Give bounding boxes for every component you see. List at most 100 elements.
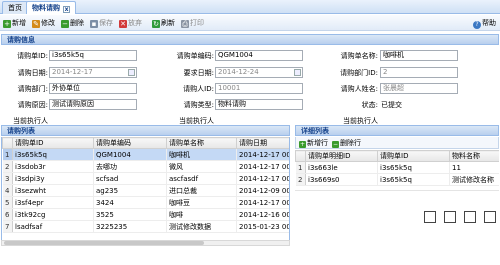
edit-button-label: 修改 (41, 19, 55, 27)
square-3[interactable] (464, 211, 476, 223)
table-row[interactable]: 5 i3sf4epr 3424 咖啡豆 2014-12-17 00:00 (2, 196, 289, 209)
column-header[interactable]: 请购单明细ID (305, 150, 378, 162)
square-4[interactable] (484, 211, 496, 223)
reason-label: 请购原因: (17, 101, 48, 109)
cell: QGM1004 (93, 148, 167, 161)
cell: ascfasdf (166, 172, 237, 185)
cell: 测试修改数据 (166, 220, 237, 233)
horizontal-scrollbar[interactable] (1, 240, 290, 246)
column-header[interactable]: 请购单名称 (166, 137, 237, 149)
column-header[interactable]: 物料名称 (449, 150, 499, 162)
cell: i3s65k5q (12, 148, 94, 161)
dept-label: 请购部门: (17, 85, 48, 93)
column-header[interactable]: 请购单ID (377, 150, 450, 162)
reason-field[interactable]: 测试请购原因 (49, 99, 137, 110)
req-name-field[interactable]: 咖啡机 (380, 50, 458, 61)
executor-label-2: 当前执行人 (179, 117, 214, 125)
cell: ag235 (93, 184, 167, 197)
print-button[interactable]: ⎙ 打印 (181, 17, 204, 29)
cell: 2014-12-17 00:00 (236, 196, 289, 209)
person-name-field[interactable]: 张晨超 (380, 83, 458, 94)
request-list-title: 请购列表 (7, 127, 35, 135)
req-id-label: 请购单ID: (17, 52, 48, 60)
executor-label: 当前执行人 (13, 117, 48, 125)
calendar-icon[interactable] (128, 69, 135, 76)
person-id-field[interactable]: 10001 (215, 83, 303, 94)
add-row-icon: + (299, 141, 306, 148)
cell: 2015-01-23 00:00 (236, 220, 289, 233)
cell: 2014-12-09 00:00 (236, 184, 289, 197)
cell: i3s669s0 (305, 173, 378, 186)
square-2[interactable] (444, 211, 456, 223)
table-row[interactable]: 2 i3sdob3r 去哪功 微风 2014-12-17 00:00 (2, 160, 289, 173)
table-row[interactable]: 7 lsadfsaf 3225235 测试修改数据 2015-01-23 00:… (2, 220, 289, 233)
edit-icon: ✎ (32, 20, 40, 28)
table-row[interactable]: 6 i3tk92cg 3525 咖啡 2014-12-16 00:00 (2, 208, 289, 221)
tab-home[interactable]: 首页 (2, 1, 28, 14)
refresh-button[interactable]: ↻ 刷新 (152, 17, 175, 29)
status-value: 已提交 (381, 101, 402, 109)
row-number: 2 (295, 173, 306, 186)
tab-bar: 首页 物料请购 x (0, 0, 500, 14)
req-code-field[interactable]: QGM1004 (215, 50, 303, 61)
table-row[interactable]: 2 i3s669s0 i3s65k5q 测试修改名称 (295, 173, 499, 186)
table-row[interactable]: 4 i3sezwht ag235 进口总裁 2014-12-09 00:00 (2, 184, 289, 197)
status-label: 状态: (361, 101, 378, 109)
print-button-label: 打印 (190, 19, 204, 27)
row-number: 1 (2, 148, 13, 161)
dept-id-field[interactable]: 2 (380, 67, 458, 78)
delete-row-label: 删除行 (340, 139, 361, 147)
cell: i3s65k5q (377, 161, 450, 174)
cell: 2014-12-17 00:00 (236, 160, 289, 173)
table-row[interactable]: 1 i3s663le i3s65k5q 11 (295, 161, 499, 174)
executor-label-3: 当前执行人 (343, 117, 378, 125)
row-number: 2 (2, 160, 13, 173)
delete-icon: − (61, 20, 69, 28)
row-number: 3 (2, 172, 13, 185)
column-header[interactable]: 请购单编码 (93, 137, 167, 149)
delete-button[interactable]: − 删除 (61, 17, 84, 29)
cell: lsadfsaf (12, 220, 94, 233)
column-header[interactable]: 请购日期 (236, 137, 289, 149)
cell: 11 (449, 161, 499, 174)
square-1[interactable] (424, 211, 436, 223)
cell: 咖啡豆 (166, 196, 237, 209)
save-button[interactable]: ▪ 保存 (90, 17, 113, 29)
delete-row-button[interactable]: − 删除行 (332, 138, 361, 148)
tab-material-request[interactable]: 物料请购 x (26, 1, 76, 14)
need-date-field[interactable]: 2014-12-24 (215, 67, 303, 78)
req-date-label: 请购日期: (17, 69, 48, 77)
toolbar: + 新增 ✎ 修改 − 删除 ▪ 保存 ✕ 放弃 ↻ 刷新 ⎙ 打印 ? 帮助 (0, 15, 500, 31)
add-button[interactable]: + 新增 (3, 17, 26, 29)
scrollbar-thumb[interactable] (4, 241, 204, 245)
req-date-field[interactable]: 2014-12-17 (49, 67, 137, 78)
calendar-icon[interactable] (294, 69, 301, 76)
column-header[interactable]: 请购单ID (12, 137, 94, 149)
cell: 进口总裁 (166, 184, 237, 197)
person-name-label: 请购人姓名: (340, 85, 378, 93)
dept-id-label: 请购部门ID: (340, 69, 378, 77)
table-row[interactable]: 1 i3s65k5q QGM1004 咖啡机 2014-12-17 00:00 (2, 148, 289, 161)
close-icon[interactable]: x (63, 6, 70, 13)
add-row-button[interactable]: + 新增行 (299, 138, 328, 148)
table-row[interactable]: 3 i3sdpi3y scfsad ascfasdf 2014-12-17 00… (2, 172, 289, 185)
cell: 咖啡机 (166, 148, 237, 161)
detail-list-title: 详细列表 (301, 127, 329, 135)
refresh-icon: ↻ (152, 20, 160, 28)
edit-button[interactable]: ✎ 修改 (32, 17, 55, 29)
type-field[interactable]: 物料请购 (215, 99, 303, 110)
req-id-field[interactable]: i3s65k5q (49, 50, 137, 61)
dept-field[interactable]: 外协单位 (49, 83, 137, 94)
need-date-value: 2014-12-24 (218, 68, 259, 76)
request-list-header: 请购列表 (1, 125, 290, 136)
help-button[interactable]: ? 帮助 (473, 17, 496, 29)
detail-list-grid: 请购单明细ID 请购单ID 物料名称 1 i3s663le i3s65k5q 1… (295, 150, 499, 190)
cancel-button[interactable]: ✕ 放弃 (119, 17, 142, 29)
cell: 2014-12-17 00:00 (236, 148, 289, 161)
need-date-label: 要求日期: (183, 69, 214, 77)
cell: 测试修改名称 (449, 173, 499, 186)
save-icon: ▪ (90, 20, 98, 28)
request-info-header: 请购信息 (1, 34, 499, 45)
table-header-row: 请购单明细ID 请购单ID 物料名称 (295, 150, 499, 162)
row-number: 7 (2, 220, 13, 233)
